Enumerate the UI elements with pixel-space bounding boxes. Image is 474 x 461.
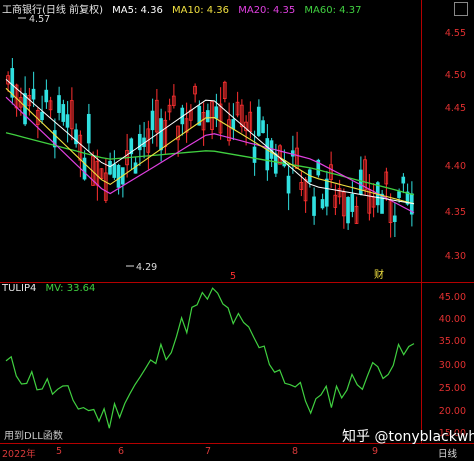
indicator-tick: 25.00 bbox=[438, 383, 466, 394]
candle-down[interactable] bbox=[231, 119, 236, 130]
indicator-tick: 20.00 bbox=[438, 406, 466, 417]
candle-down[interactable] bbox=[116, 164, 121, 188]
date-label: 6 bbox=[118, 446, 125, 457]
candle-down[interactable] bbox=[86, 113, 91, 144]
candle-down[interactable] bbox=[57, 95, 61, 113]
candle-down[interactable] bbox=[61, 104, 66, 122]
indicator-axis: 45.00 40.00 35.00 30.00 25.00 20.00 15.0… bbox=[421, 283, 474, 443]
candle-down[interactable] bbox=[252, 146, 257, 163]
candle-down[interactable] bbox=[312, 196, 316, 216]
price-tick: 4.55 bbox=[444, 28, 466, 39]
candle-down[interactable] bbox=[273, 153, 278, 174]
candle-down[interactable] bbox=[265, 138, 270, 171]
candle-down[interactable] bbox=[40, 111, 44, 121]
price-axis: 4.55 4.50 4.45 4.40 4.35 4.30 bbox=[421, 0, 474, 282]
candle-down[interactable] bbox=[286, 175, 291, 194]
indicator-tick: 30.00 bbox=[438, 360, 466, 371]
mv-line bbox=[5, 287, 415, 429]
dll-note: 用到DLL函数 bbox=[4, 429, 63, 442]
candle-down[interactable] bbox=[108, 160, 112, 175]
price-panel[interactable]: 工商银行(日线 前复权) MA5: 4.36 MA10: 4.36 MA20: … bbox=[0, 0, 474, 283]
candle-down[interactable] bbox=[214, 106, 219, 119]
candle-down[interactable] bbox=[320, 199, 325, 209]
candle-down[interactable] bbox=[397, 191, 401, 198]
price-tick: 4.30 bbox=[444, 251, 466, 262]
date-label: 9 bbox=[372, 446, 379, 457]
indicator-tick: 45.00 bbox=[438, 292, 466, 303]
indicator-panel[interactable]: TULIP4 MV: 33.64 用到DLL函数 45.00 40.00 35.… bbox=[0, 283, 474, 443]
candle-down[interactable] bbox=[31, 88, 36, 100]
candle-down[interactable] bbox=[44, 89, 49, 103]
candlestick-chart[interactable]: 4.57 4.29 5 财 bbox=[0, 0, 422, 282]
candle-down[interactable] bbox=[137, 133, 142, 151]
candle-down[interactable] bbox=[205, 110, 210, 123]
candle-down[interactable] bbox=[159, 118, 163, 151]
candle-down[interactable] bbox=[23, 93, 27, 125]
date-label: 2022年 bbox=[2, 449, 36, 460]
candle-down[interactable] bbox=[261, 120, 265, 134]
candle-down[interactable] bbox=[256, 106, 261, 136]
price-tick: 4.50 bbox=[444, 70, 466, 81]
month-marker: 5 bbox=[230, 271, 236, 282]
period-label[interactable]: 日线 bbox=[438, 446, 457, 460]
date-label: 7 bbox=[205, 446, 212, 457]
candle-down[interactable] bbox=[150, 110, 155, 131]
candle-down[interactable] bbox=[65, 114, 70, 128]
indicator-tick: 40.00 bbox=[438, 314, 466, 325]
indicator-chart[interactable]: 用到DLL函数 bbox=[0, 283, 422, 443]
financial-report-marker[interactable]: 财 bbox=[374, 268, 384, 281]
price-tick: 4.35 bbox=[444, 207, 466, 218]
candle-down[interactable] bbox=[112, 163, 117, 178]
low-price-label: 4.29 bbox=[136, 262, 157, 273]
date-label: 5 bbox=[56, 446, 63, 457]
candle-down[interactable] bbox=[324, 178, 329, 207]
candle-down[interactable] bbox=[346, 196, 350, 224]
high-price-label: 4.57 bbox=[29, 14, 50, 25]
candle-down[interactable] bbox=[350, 193, 355, 212]
candle-down[interactable] bbox=[401, 176, 406, 184]
price-tick: 4.45 bbox=[444, 103, 466, 114]
price-tick: 4.40 bbox=[444, 161, 466, 172]
indicator-tick: 35.00 bbox=[438, 336, 466, 347]
date-label: 8 bbox=[292, 446, 299, 457]
candle-down[interactable] bbox=[392, 215, 397, 222]
candle-down[interactable] bbox=[82, 157, 87, 180]
watermark: 知乎 @tonyblackwhite bbox=[342, 429, 474, 445]
